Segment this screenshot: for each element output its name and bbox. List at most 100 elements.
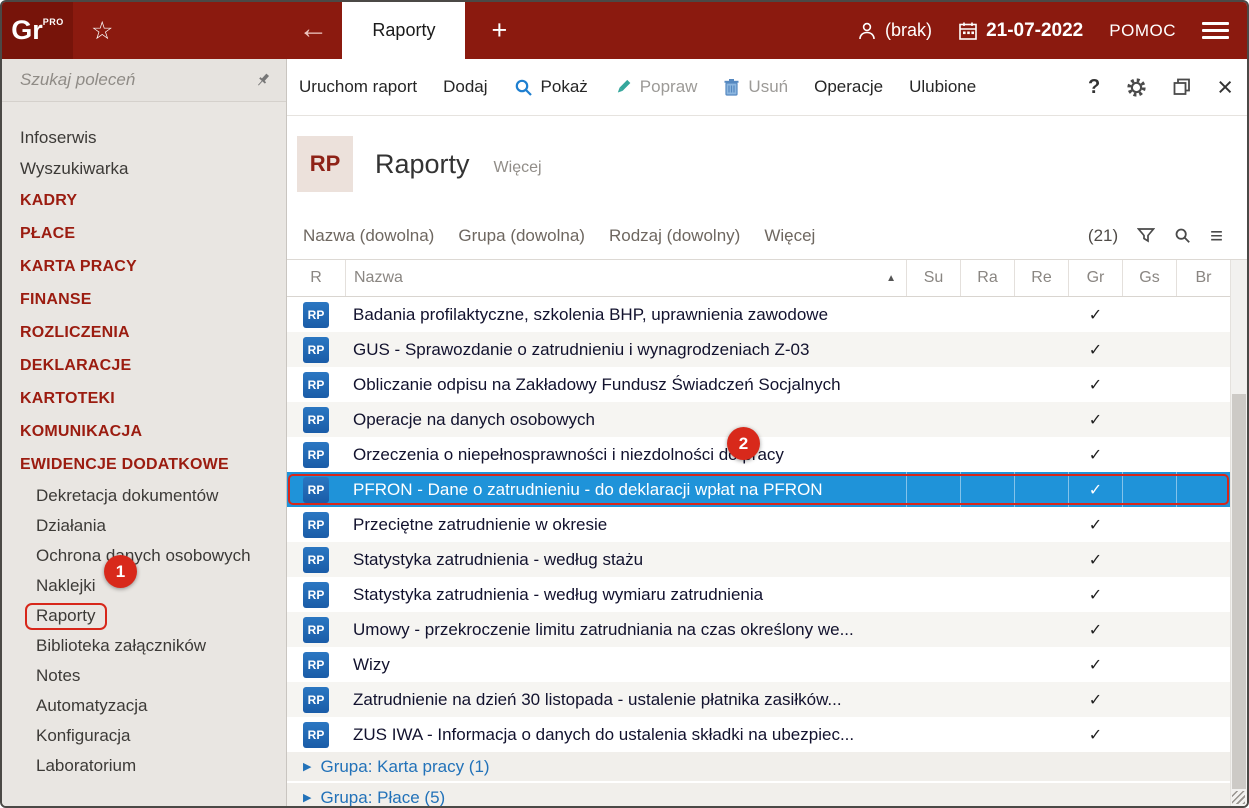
sidebar-item-dekretacja-dokumentów[interactable]: Dekretacja dokumentów: [2, 481, 286, 511]
column-header-su[interactable]: Su: [906, 260, 960, 296]
delete-button[interactable]: Usuń: [723, 77, 788, 97]
table-row[interactable]: RPZatrudnienie na dzień 30 listopada - u…: [287, 682, 1230, 717]
report-icon-cell: RP: [287, 617, 345, 643]
column-header-re[interactable]: Re: [1014, 260, 1068, 296]
command-search-input[interactable]: Szukaj poleceń: [2, 59, 286, 102]
table-row[interactable]: RPStatystyka zatrudnienia - według stażu…: [287, 542, 1230, 577]
filter-more-button[interactable]: Więcej: [764, 226, 815, 246]
filter-search-icon[interactable]: [1174, 227, 1191, 244]
column-header-r[interactable]: R: [287, 260, 345, 296]
flag-cell-su: [906, 332, 960, 367]
sidebar-item-naklejki[interactable]: Naklejki: [2, 571, 286, 601]
view-list-icon[interactable]: ≡: [1210, 223, 1223, 249]
sidebar-item-komunikacja[interactable]: KOMUNIKACJA: [2, 415, 286, 448]
sidebar-item-ochrona-danych-osobowych[interactable]: Ochrona danych osobowych: [2, 541, 286, 571]
report-icon-cell: RP: [287, 337, 345, 363]
flag-cell-br: [1176, 507, 1230, 542]
hamburger-menu-icon[interactable]: [1202, 22, 1229, 39]
show-button[interactable]: Pokaż: [514, 77, 588, 97]
scrollbar-thumb[interactable]: [1232, 394, 1246, 789]
operations-button[interactable]: Operacje: [814, 77, 883, 97]
filter-group-dropdown[interactable]: Grupa (dowolna): [458, 226, 585, 246]
vertical-scrollbar[interactable]: [1230, 260, 1247, 806]
close-button[interactable]: ×: [1217, 74, 1233, 101]
table-row[interactable]: RPPrzeciętne zatrudnienie w okresie✓: [287, 507, 1230, 542]
column-header-br[interactable]: Br: [1176, 260, 1230, 296]
settings-gear-icon[interactable]: [1126, 77, 1147, 98]
sidebar-item-konfiguracja[interactable]: Konfiguracja: [2, 721, 286, 751]
report-type-icon: RP: [303, 722, 329, 748]
filter-name-dropdown[interactable]: Nazwa (dowolna): [303, 226, 434, 246]
column-header-ra[interactable]: Ra: [960, 260, 1014, 296]
table-row[interactable]: RPUmowy - przekroczenie limitu zatrudnia…: [287, 612, 1230, 647]
sidebar-item-ewidencje-dodatkowe[interactable]: EWIDENCJE DODATKOWE: [2, 448, 286, 481]
sidebar-item-płace[interactable]: PŁACE: [2, 217, 286, 250]
sidebar-item-biblioteka-załączników[interactable]: Biblioteka załączników: [2, 631, 286, 661]
group-label: Grupa: Karta pracy (1): [320, 757, 489, 777]
sidebar-item-notes[interactable]: Notes: [2, 661, 286, 691]
help-button[interactable]: ?: [1088, 76, 1100, 99]
group-row[interactable]: ▶Grupa: Karta pracy (1): [287, 752, 1230, 783]
sidebar-item-wyszukiwarka[interactable]: Wyszukiwarka: [2, 153, 286, 184]
sidebar-item-deklaracje[interactable]: DEKLARACJE: [2, 349, 286, 382]
sidebar-item-finanse[interactable]: FINANSE: [2, 283, 286, 316]
sidebar-item-działania[interactable]: Działania: [2, 511, 286, 541]
filter-type-dropdown[interactable]: Rodzaj (dowolny): [609, 226, 740, 246]
report-name: Statystyka zatrudnienia - według wymiaru…: [345, 585, 906, 605]
header-more-link[interactable]: Więcej: [494, 159, 542, 177]
sidebar-item-rozliczenia[interactable]: ROZLICZENIA: [2, 316, 286, 349]
filter-funnel-icon[interactable]: [1137, 227, 1155, 244]
table-row[interactable]: RPPFRON - Dane o zatrudnieniu - do dekla…: [287, 472, 1230, 507]
table-row[interactable]: RPOperacje na danych osobowych✓: [287, 402, 1230, 437]
flag-cell-su: [906, 577, 960, 612]
flag-cell-br: [1176, 717, 1230, 752]
add-button[interactable]: Dodaj: [443, 77, 487, 97]
edit-button[interactable]: Popraw: [614, 77, 698, 97]
table-row[interactable]: RP Obliczanie odpisu na Zakładowy Fundusz…: [287, 367, 1230, 402]
flag-cell-gs: [1122, 297, 1176, 332]
report-icon-cell: RP: [287, 687, 345, 713]
table-row[interactable]: RPGUS - Sprawozdanie o zatrudnieniu i wy…: [287, 332, 1230, 367]
report-name: Obliczanie odpisu na Zakładowy Fundusz Ś…: [345, 375, 906, 395]
sidebar-item-raporty[interactable]: Raporty: [2, 601, 286, 631]
table-row[interactable]: RPBadania profilaktyczne, szkolenia BHP,…: [287, 297, 1230, 332]
new-tab-button[interactable]: +: [491, 15, 507, 46]
sidebar-item-infoserwis[interactable]: Infoserwis: [2, 122, 286, 153]
table-row[interactable]: RPWizy✓: [287, 647, 1230, 682]
favorites-button[interactable]: Ulubione: [909, 77, 976, 97]
column-header-gs[interactable]: Gs: [1122, 260, 1176, 296]
module-badge: RP: [297, 136, 353, 192]
report-type-icon: RP: [303, 372, 329, 398]
app-logo[interactable]: GrPRO: [2, 2, 73, 59]
sidebar-item-label: KOMUNIKACJA: [20, 423, 142, 441]
flag-cell-ra: [960, 402, 1014, 437]
sidebar-item-kadry[interactable]: KADRY: [2, 184, 286, 217]
sidebar-item-kartoteki[interactable]: KARTOTEKI: [2, 382, 286, 415]
help-menu[interactable]: POMOC: [1109, 21, 1176, 41]
flag-cell-re: [1014, 297, 1068, 332]
table-row[interactable]: RPStatystyka zatrudnienia - według wymia…: [287, 577, 1230, 612]
flag-cell-gs: [1122, 647, 1176, 682]
report-name: Orzeczenia o niepełnosprawności i niezdo…: [345, 445, 906, 465]
report-icon-cell: RP: [287, 407, 345, 433]
run-report-button[interactable]: Uruchom raport: [299, 77, 417, 97]
detach-window-icon[interactable]: [1173, 78, 1191, 96]
tab-raporty[interactable]: Raporty: [342, 2, 465, 59]
back-arrow-button[interactable]: ←: [298, 12, 328, 46]
sidebar-item-laboratorium[interactable]: Laboratorium: [2, 751, 286, 781]
resize-grip-icon[interactable]: [1232, 791, 1245, 804]
group-row[interactable]: ▶Grupa: Płace (5): [287, 783, 1230, 808]
flag-headers: SuRaReGrGsBr: [906, 260, 1230, 296]
flag-cell-br: [1176, 332, 1230, 367]
column-header-nazwa[interactable]: Nazwa ▲: [345, 260, 906, 296]
table-row[interactable]: RPZUS IWA - Informacja o danych do ustal…: [287, 717, 1230, 752]
user-indicator[interactable]: (brak): [856, 20, 932, 42]
date-display[interactable]: 21-07-2022: [958, 20, 1083, 42]
column-header-gr[interactable]: Gr: [1068, 260, 1122, 296]
pin-icon[interactable]: [254, 71, 272, 89]
sidebar-item-automatyzacja[interactable]: Automatyzacja: [2, 691, 286, 721]
favorites-star-icon[interactable]: ☆: [91, 16, 113, 46]
logo-text: Gr: [11, 15, 43, 46]
flag-cell-ra: [960, 367, 1014, 402]
sidebar-item-karta-pracy[interactable]: KARTA PRACY: [2, 250, 286, 283]
